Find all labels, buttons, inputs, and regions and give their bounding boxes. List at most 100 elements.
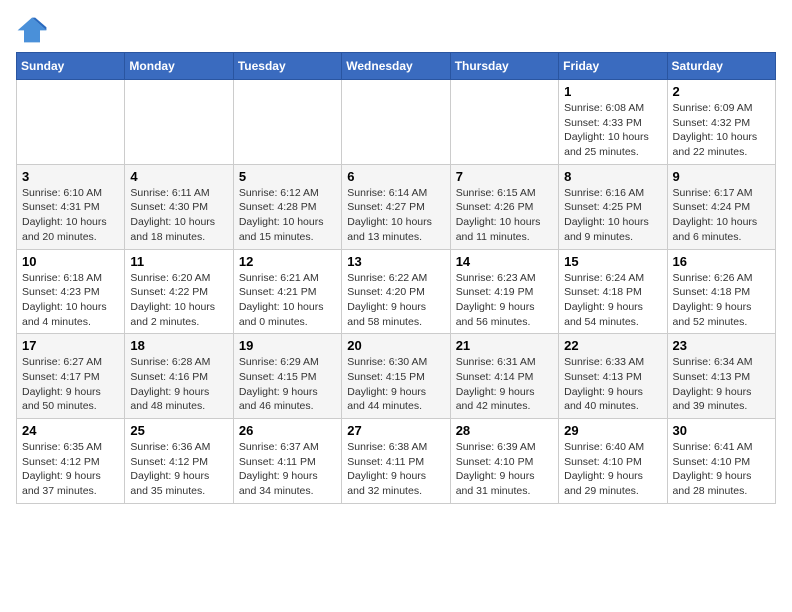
calendar-cell: 26 Sunrise: 6:37 AM Sunset: 4:11 PM Dayli… bbox=[233, 419, 341, 504]
day-info: Sunrise: 6:21 AM Sunset: 4:21 PM Dayligh… bbox=[239, 271, 336, 330]
weekday-header-thursday: Thursday bbox=[450, 53, 558, 80]
calendar-cell: 23 Sunrise: 6:34 AM Sunset: 4:13 PM Dayli… bbox=[667, 334, 775, 419]
calendar-cell: 2 Sunrise: 6:09 AM Sunset: 4:32 PM Daylig… bbox=[667, 80, 775, 165]
day-info: Sunrise: 6:24 AM Sunset: 4:18 PM Dayligh… bbox=[564, 271, 661, 330]
day-number: 21 bbox=[456, 338, 553, 353]
day-info: Sunrise: 6:34 AM Sunset: 4:13 PM Dayligh… bbox=[673, 355, 770, 414]
calendar-cell: 25 Sunrise: 6:36 AM Sunset: 4:12 PM Dayli… bbox=[125, 419, 233, 504]
calendar-cell bbox=[125, 80, 233, 165]
day-info: Sunrise: 6:38 AM Sunset: 4:11 PM Dayligh… bbox=[347, 440, 444, 499]
calendar-table: SundayMondayTuesdayWednesdayThursdayFrid… bbox=[16, 52, 776, 504]
calendar-cell: 9 Sunrise: 6:17 AM Sunset: 4:24 PM Daylig… bbox=[667, 164, 775, 249]
day-info: Sunrise: 6:36 AM Sunset: 4:12 PM Dayligh… bbox=[130, 440, 227, 499]
day-info: Sunrise: 6:16 AM Sunset: 4:25 PM Dayligh… bbox=[564, 186, 661, 245]
day-info: Sunrise: 6:26 AM Sunset: 4:18 PM Dayligh… bbox=[673, 271, 770, 330]
day-info: Sunrise: 6:08 AM Sunset: 4:33 PM Dayligh… bbox=[564, 101, 661, 160]
day-info: Sunrise: 6:27 AM Sunset: 4:17 PM Dayligh… bbox=[22, 355, 119, 414]
day-info: Sunrise: 6:22 AM Sunset: 4:20 PM Dayligh… bbox=[347, 271, 444, 330]
day-number: 7 bbox=[456, 169, 553, 184]
day-number: 11 bbox=[130, 254, 227, 269]
calendar-cell: 15Sunrise: 6:24 AM Sunset: 4:18 PM Dayli… bbox=[559, 249, 667, 334]
day-info: Sunrise: 6:35 AM Sunset: 4:12 PM Dayligh… bbox=[22, 440, 119, 499]
day-info: Sunrise: 6:11 AM Sunset: 4:30 PM Dayligh… bbox=[130, 186, 227, 245]
day-number: 29 bbox=[564, 423, 661, 438]
day-info: Sunrise: 6:29 AM Sunset: 4:15 PM Dayligh… bbox=[239, 355, 336, 414]
day-info: Sunrise: 6:20 AM Sunset: 4:22 PM Dayligh… bbox=[130, 271, 227, 330]
day-info: Sunrise: 6:41 AM Sunset: 4:10 PM Dayligh… bbox=[673, 440, 770, 499]
day-number: 10 bbox=[22, 254, 119, 269]
day-number: 9 bbox=[673, 169, 770, 184]
calendar-cell: 10 Sunrise: 6:18 AM Sunset: 4:23 PM Dayli… bbox=[17, 249, 125, 334]
day-info: Sunrise: 6:18 AM Sunset: 4:23 PM Dayligh… bbox=[22, 271, 119, 330]
day-number: 17 bbox=[22, 338, 119, 353]
calendar-cell bbox=[342, 80, 450, 165]
day-number: 2 bbox=[673, 84, 770, 99]
calendar-cell: 30 Sunrise: 6:41 AM Sunset: 4:10 PM Dayli… bbox=[667, 419, 775, 504]
day-number: 6 bbox=[347, 169, 444, 184]
logo-icon bbox=[16, 16, 48, 44]
day-info: Sunrise: 6:33 AM Sunset: 4:13 PM Dayligh… bbox=[564, 355, 661, 414]
day-number: 20 bbox=[347, 338, 444, 353]
calendar-cell: 4 Sunrise: 6:11 AM Sunset: 4:30 PM Daylig… bbox=[125, 164, 233, 249]
day-number: 4 bbox=[130, 169, 227, 184]
logo bbox=[16, 16, 52, 44]
day-number: 8 bbox=[564, 169, 661, 184]
calendar-cell: 17 Sunrise: 6:27 AM Sunset: 4:17 PM Dayli… bbox=[17, 334, 125, 419]
calendar-cell: 11 Sunrise: 6:20 AM Sunset: 4:22 PM Dayli… bbox=[125, 249, 233, 334]
calendar-cell: 27 Sunrise: 6:38 AM Sunset: 4:11 PM Dayli… bbox=[342, 419, 450, 504]
day-number: 12 bbox=[239, 254, 336, 269]
calendar-cell: 14 Sunrise: 6:23 AM Sunset: 4:19 PM Dayli… bbox=[450, 249, 558, 334]
calendar-cell: 6 Sunrise: 6:14 AM Sunset: 4:27 PM Daylig… bbox=[342, 164, 450, 249]
weekday-header-sunday: Sunday bbox=[17, 53, 125, 80]
day-info: Sunrise: 6:17 AM Sunset: 4:24 PM Dayligh… bbox=[673, 186, 770, 245]
calendar-cell: 5 Sunrise: 6:12 AM Sunset: 4:28 PM Daylig… bbox=[233, 164, 341, 249]
calendar-cell: 22 Sunrise: 6:33 AM Sunset: 4:13 PM Dayli… bbox=[559, 334, 667, 419]
day-number: 14 bbox=[456, 254, 553, 269]
calendar-cell: 20 Sunrise: 6:30 AM Sunset: 4:15 PM Dayli… bbox=[342, 334, 450, 419]
day-info: Sunrise: 6:09 AM Sunset: 4:32 PM Dayligh… bbox=[673, 101, 770, 160]
day-number: 1 bbox=[564, 84, 661, 99]
weekday-header-friday: Friday bbox=[559, 53, 667, 80]
day-info: Sunrise: 6:37 AM Sunset: 4:11 PM Dayligh… bbox=[239, 440, 336, 499]
day-info: Sunrise: 6:39 AM Sunset: 4:10 PM Dayligh… bbox=[456, 440, 553, 499]
day-info: Sunrise: 6:12 AM Sunset: 4:28 PM Dayligh… bbox=[239, 186, 336, 245]
day-number: 22 bbox=[564, 338, 661, 353]
calendar-cell: 19 Sunrise: 6:29 AM Sunset: 4:15 PM Dayli… bbox=[233, 334, 341, 419]
calendar-cell bbox=[450, 80, 558, 165]
calendar-cell bbox=[17, 80, 125, 165]
day-number: 28 bbox=[456, 423, 553, 438]
page-header bbox=[16, 16, 776, 44]
day-info: Sunrise: 6:30 AM Sunset: 4:15 PM Dayligh… bbox=[347, 355, 444, 414]
day-info: Sunrise: 6:10 AM Sunset: 4:31 PM Dayligh… bbox=[22, 186, 119, 245]
day-info: Sunrise: 6:14 AM Sunset: 4:27 PM Dayligh… bbox=[347, 186, 444, 245]
day-info: Sunrise: 6:40 AM Sunset: 4:10 PM Dayligh… bbox=[564, 440, 661, 499]
day-number: 16 bbox=[673, 254, 770, 269]
day-number: 25 bbox=[130, 423, 227, 438]
calendar-cell: 29 Sunrise: 6:40 AM Sunset: 4:10 PM Dayli… bbox=[559, 419, 667, 504]
day-number: 24 bbox=[22, 423, 119, 438]
calendar-cell: 13Sunrise: 6:22 AM Sunset: 4:20 PM Dayli… bbox=[342, 249, 450, 334]
day-info: Sunrise: 6:31 AM Sunset: 4:14 PM Dayligh… bbox=[456, 355, 553, 414]
day-number: 30 bbox=[673, 423, 770, 438]
day-number: 26 bbox=[239, 423, 336, 438]
calendar-cell: 21 Sunrise: 6:31 AM Sunset: 4:14 PM Dayli… bbox=[450, 334, 558, 419]
day-info: Sunrise: 6:23 AM Sunset: 4:19 PM Dayligh… bbox=[456, 271, 553, 330]
calendar-cell: 18 Sunrise: 6:28 AM Sunset: 4:16 PM Dayli… bbox=[125, 334, 233, 419]
calendar-cell: 3 Sunrise: 6:10 AM Sunset: 4:31 PM Daylig… bbox=[17, 164, 125, 249]
day-number: 3 bbox=[22, 169, 119, 184]
calendar-cell: 16 Sunrise: 6:26 AM Sunset: 4:18 PM Dayli… bbox=[667, 249, 775, 334]
day-info: Sunrise: 6:15 AM Sunset: 4:26 PM Dayligh… bbox=[456, 186, 553, 245]
calendar-cell: 1 Sunrise: 6:08 AM Sunset: 4:33 PM Daylig… bbox=[559, 80, 667, 165]
calendar-cell: 24 Sunrise: 6:35 AM Sunset: 4:12 PM Dayli… bbox=[17, 419, 125, 504]
weekday-header-tuesday: Tuesday bbox=[233, 53, 341, 80]
weekday-header-saturday: Saturday bbox=[667, 53, 775, 80]
day-number: 23 bbox=[673, 338, 770, 353]
calendar-cell: 7 Sunrise: 6:15 AM Sunset: 4:26 PM Daylig… bbox=[450, 164, 558, 249]
day-number: 27 bbox=[347, 423, 444, 438]
weekday-header-monday: Monday bbox=[125, 53, 233, 80]
day-number: 5 bbox=[239, 169, 336, 184]
day-number: 18 bbox=[130, 338, 227, 353]
day-info: Sunrise: 6:28 AM Sunset: 4:16 PM Dayligh… bbox=[130, 355, 227, 414]
day-number: 19 bbox=[239, 338, 336, 353]
calendar-cell: 12 Sunrise: 6:21 AM Sunset: 4:21 PM Dayli… bbox=[233, 249, 341, 334]
